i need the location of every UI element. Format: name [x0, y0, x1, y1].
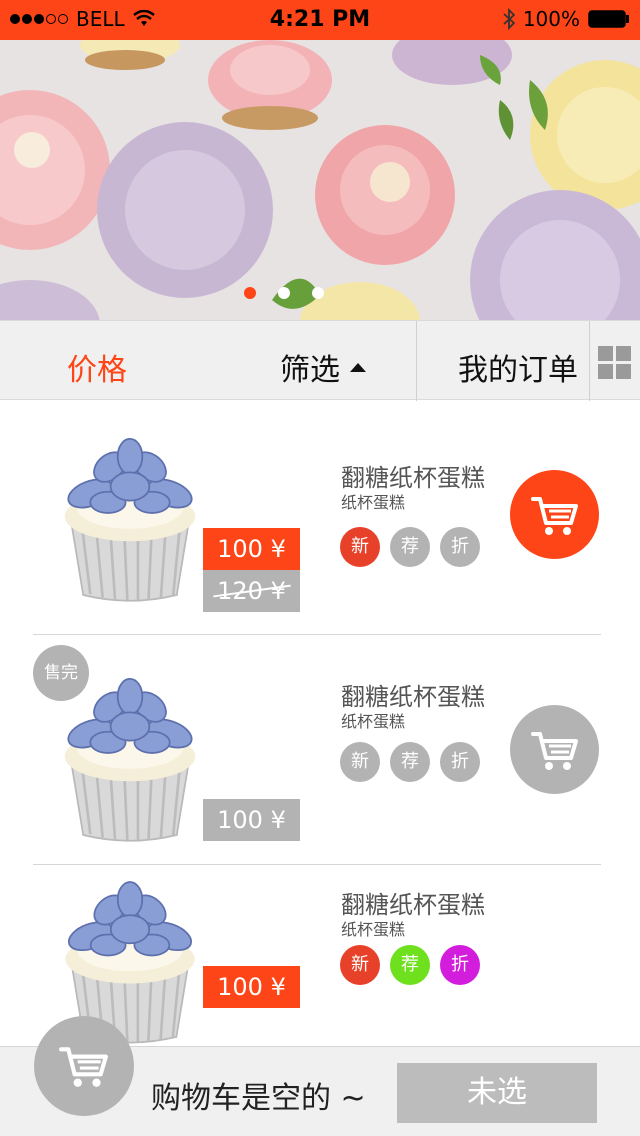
product-item[interactable]: 售完 100 ¥ 翻糖纸杯蛋糕 纸杯蛋糕 新 荐 折 — [0, 635, 640, 865]
price-badge: 100 ¥ — [203, 799, 300, 841]
product-tags: 新 荐 折 — [340, 945, 480, 985]
product-subtitle: 纸杯蛋糕 — [341, 493, 406, 512]
product-tags: 新 荐 折 — [340, 527, 480, 567]
product-title: 翻糖纸杯蛋糕 — [341, 891, 485, 919]
tag-recommend: 荐 — [390, 527, 430, 567]
tag-recommend: 荐 — [390, 945, 430, 985]
price-badge: 100 ¥ — [203, 528, 300, 570]
divider — [416, 321, 417, 401]
tag-new: 新 — [340, 527, 380, 567]
pager-dot-active[interactable] — [244, 287, 256, 299]
tag-new: 新 — [340, 742, 380, 782]
divider — [589, 321, 590, 401]
status-right: 100% — [503, 7, 630, 31]
shopping-cart-icon — [531, 728, 579, 772]
banner-pager-dots[interactable] — [0, 287, 604, 299]
tag-discount: 折 — [440, 945, 480, 985]
grid-view-icon[interactable] — [598, 346, 631, 379]
cart-button[interactable] — [34, 1016, 134, 1116]
product-title: 翻糖纸杯蛋糕 — [341, 464, 485, 492]
product-item[interactable]: 100 ¥ 120 ¥ 翻糖纸杯蛋糕 纸杯蛋糕 新 荐 折 — [0, 400, 640, 635]
product-subtitle: 纸杯蛋糕 — [341, 920, 406, 939]
price-badge: 100 ¥ — [203, 966, 300, 1008]
tab-filter[interactable]: 筛选 — [280, 345, 366, 389]
pager-dot[interactable] — [312, 287, 324, 299]
pager-dot[interactable] — [278, 287, 290, 299]
cupcake-image — [55, 430, 205, 610]
shopping-cart-icon — [59, 1043, 109, 1089]
original-price: 120 ¥ — [203, 570, 300, 612]
product-title: 翻糖纸杯蛋糕 — [341, 683, 485, 711]
status-bar: BELL 4:21 PM 100% — [0, 0, 640, 40]
tag-new: 新 — [340, 945, 380, 985]
tab-price[interactable]: 价格 — [67, 345, 127, 389]
caret-up-icon — [350, 362, 366, 372]
tag-recommend: 荐 — [390, 742, 430, 782]
promo-banner[interactable] — [0, 40, 640, 320]
product-tags: 新 荐 折 — [340, 742, 480, 782]
battery-percent: 100% — [522, 7, 580, 31]
tag-discount: 折 — [440, 742, 480, 782]
checkout-button[interactable]: 未选 — [397, 1063, 597, 1123]
sold-out-badge: 售完 — [33, 645, 89, 701]
cart-empty-text: 购物车是空的 ~ — [151, 1081, 366, 1116]
product-subtitle: 纸杯蛋糕 — [341, 712, 406, 731]
battery-icon — [588, 10, 629, 28]
tab-filter-label: 筛选 — [280, 353, 340, 388]
bluetooth-icon — [503, 8, 515, 30]
shopping-cart-icon — [531, 493, 579, 537]
cupcakes-banner-image — [0, 40, 640, 320]
add-to-cart-button[interactable] — [510, 705, 599, 794]
tab-my-orders[interactable]: 我的订单 — [458, 345, 578, 389]
add-to-cart-button[interactable] — [510, 470, 599, 559]
filter-bar: 价格 筛选 我的订单 — [0, 320, 640, 401]
tag-discount: 折 — [440, 527, 480, 567]
cupcake-image — [55, 670, 205, 850]
app-screen: BELL 4:21 PM 100% 价格 筛选 我的订单 100 ¥ 翻糖纸杯蛋… — [0, 0, 640, 1136]
